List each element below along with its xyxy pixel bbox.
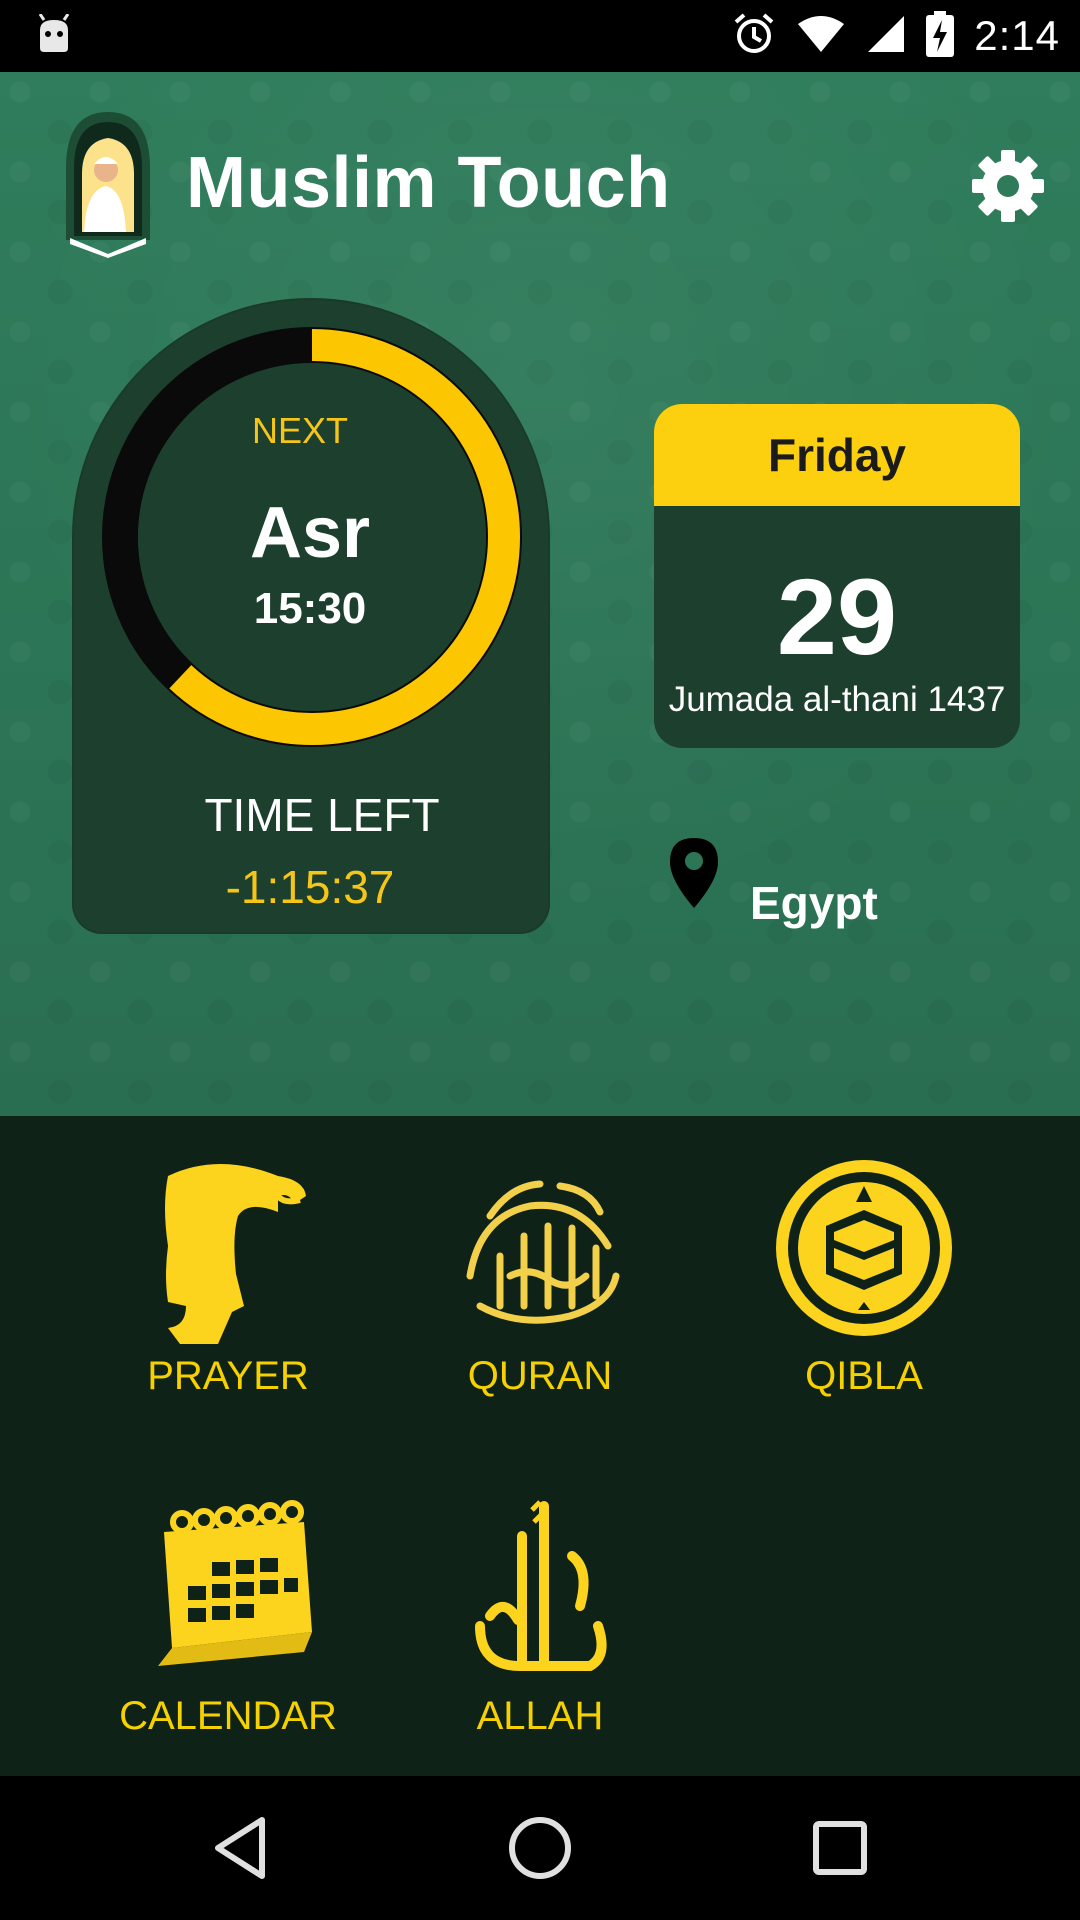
system-nav-bar	[0, 1776, 1080, 1920]
menu-label-quran: QURAN	[467, 1354, 613, 1398]
android-icon	[34, 13, 74, 59]
home-button[interactable]	[504, 1812, 576, 1884]
time-left-label: TIME LEFT	[204, 789, 440, 841]
status-bar: 2:14	[0, 0, 1080, 72]
settings-button[interactable]	[968, 146, 1048, 226]
back-icon	[215, 1817, 265, 1879]
signal-icon	[866, 14, 906, 59]
calendar-icon	[128, 1496, 328, 1686]
menu-label-allah: ALLAH	[476, 1694, 604, 1738]
next-prayer-name: Asr	[249, 493, 371, 573]
next-prayer-time: 15:30	[253, 584, 367, 633]
menu-item-prayer[interactable]: PRAYER	[68, 1156, 388, 1399]
allah-icon	[440, 1496, 640, 1686]
recents-button[interactable]	[804, 1812, 876, 1884]
menu-label-qibla: QIBLA	[805, 1354, 923, 1398]
prayer-icon	[128, 1156, 328, 1346]
battery-charging-icon	[926, 10, 955, 62]
wifi-icon	[796, 14, 846, 59]
hijri-day-number: 29	[776, 556, 898, 677]
menu-item-allah[interactable]: ALLAH	[380, 1496, 700, 1739]
alarm-icon	[732, 12, 776, 61]
next-label: NEXT	[251, 410, 348, 451]
location-label[interactable]: Egypt	[750, 876, 878, 930]
menu-item-calendar[interactable]: CALENDAR	[68, 1496, 388, 1739]
menu-item-qibla[interactable]: QIBLA	[704, 1156, 1024, 1399]
home-icon	[509, 1817, 571, 1879]
weekday-label: Friday	[654, 404, 1020, 506]
app-title: Muslim Touch	[186, 143, 671, 223]
gear-icon	[972, 150, 1044, 222]
qibla-icon	[764, 1156, 964, 1346]
clock-time: 2:14	[974, 12, 1060, 59]
menu-label-calendar: CALENDAR	[119, 1694, 337, 1738]
hijri-date-card[interactable]: Friday 29 Jumada al-thani 1437	[654, 404, 1020, 748]
recents-icon	[813, 1821, 867, 1875]
menu-item-quran[interactable]: QURAN	[380, 1156, 700, 1399]
hijri-month-year: Jumada al-thani 1437	[668, 680, 1006, 719]
quran-icon	[440, 1156, 640, 1346]
back-button[interactable]	[206, 1812, 278, 1884]
location-pin-icon[interactable]	[668, 836, 720, 910]
menu-label-prayer: PRAYER	[147, 1354, 309, 1398]
app-logo	[62, 108, 154, 258]
time-left-value: -1:15:37	[225, 861, 395, 913]
